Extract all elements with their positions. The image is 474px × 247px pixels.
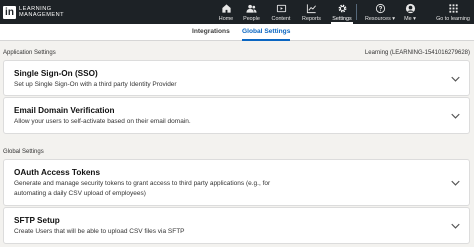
content-icon <box>276 3 287 14</box>
nav-label-home: Home <box>218 16 234 22</box>
nav-item-go-to-learning[interactable]: Go to learning <box>434 0 472 24</box>
chevron-down-icon[interactable] <box>451 76 460 82</box>
linkedin-logo-icon: in <box>3 5 16 19</box>
chevron-down-icon[interactable] <box>451 223 460 229</box>
nav-label-resources: Resources ▾ <box>365 16 395 22</box>
logo-line2: MANAGEMENT <box>19 12 65 18</box>
tab-integrations[interactable]: Integrations <box>192 24 230 41</box>
oauth-card-title: OAuth Access Tokens <box>14 168 100 177</box>
logo-wordmark: LEARNING MANAGEMENT <box>19 6 64 18</box>
sftp-card-title: SFTP Setup <box>14 216 60 225</box>
nav-item-home[interactable]: Home <box>218 0 234 24</box>
nav-item-content[interactable]: Content <box>270 0 292 24</box>
top-navigation-bar: in LEARNING MANAGEMENT Home People Conte… <box>0 0 474 24</box>
nav-label-go-to-learning: Go to learning <box>436 16 470 22</box>
oauth-card-description-line2: automating a daily CSV upload of employe… <box>14 190 146 197</box>
sftp-setup-card[interactable]: SFTP Setup Create Users that will be abl… <box>3 207 470 244</box>
grid-icon <box>448 3 459 14</box>
home-icon <box>221 3 232 14</box>
nav-label-content: Content <box>271 16 291 22</box>
sso-card-description: Set up Single Sign-On with a third party… <box>14 81 177 88</box>
nav-label-settings: Settings <box>332 16 352 22</box>
reports-icon <box>306 3 317 14</box>
nav-item-reports[interactable]: Reports <box>301 0 322 24</box>
chevron-down-icon[interactable] <box>451 113 460 119</box>
oauth-card-description-line1: Generate and manage security tokens to g… <box>14 180 271 187</box>
nav-label-people: People <box>243 16 260 22</box>
email-domain-card-description: Allow your users to self-activate based … <box>14 118 191 125</box>
nav-item-people[interactable]: People <box>242 0 261 24</box>
chevron-down-icon[interactable] <box>451 180 460 186</box>
nav-divider <box>356 4 357 20</box>
settings-subtabs: Integrations Global Settings <box>0 24 474 41</box>
oauth-tokens-card[interactable]: OAuth Access Tokens Generate and manage … <box>3 159 470 206</box>
sso-card-title: Single Sign-On (SSO) <box>14 69 98 78</box>
nav-item-resources[interactable]: Resources ▾ <box>362 0 398 24</box>
email-domain-card[interactable]: Email Domain Verification Allow your use… <box>3 97 470 134</box>
sso-card[interactable]: Single Sign-On (SSO) Set up Single Sign-… <box>3 60 470 96</box>
help-icon <box>375 3 386 14</box>
global-settings-heading: Global Settings <box>3 149 44 155</box>
nav-item-settings[interactable]: Settings <box>331 0 353 24</box>
gear-icon <box>337 3 348 14</box>
people-icon <box>246 3 257 14</box>
sftp-card-description: Create Users that will be able to upload… <box>14 228 185 235</box>
application-settings-heading: Application Settings <box>3 50 56 56</box>
linkedin-learning-logo[interactable]: in LEARNING MANAGEMENT <box>3 4 64 20</box>
account-id-label: Learning (LEARNING-1541016279628) <box>364 50 470 56</box>
avatar-icon <box>405 3 416 14</box>
nav-label-me: Me ▾ <box>404 16 416 22</box>
nav-label-reports: Reports <box>302 16 321 22</box>
email-domain-card-title: Email Domain Verification <box>14 106 115 115</box>
nav-item-me[interactable]: Me ▾ <box>402 0 418 24</box>
tab-global-settings[interactable]: Global Settings <box>242 24 291 41</box>
